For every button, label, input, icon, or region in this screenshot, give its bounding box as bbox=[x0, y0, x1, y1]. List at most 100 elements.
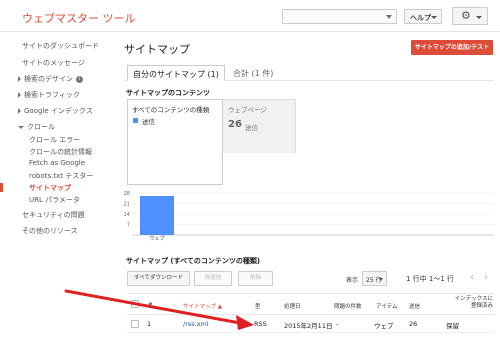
row-type: RSS bbox=[254, 320, 267, 328]
sidebar-item-crawl-stats[interactable]: クロールの統計情報 bbox=[29, 147, 92, 157]
chevron-left-icon: ‹ bbox=[470, 272, 474, 283]
help-label: ヘルプ bbox=[410, 14, 431, 22]
legend-heading: すべてのコンテンツの種類 bbox=[132, 106, 210, 114]
prev-page-button[interactable]: ‹ bbox=[466, 271, 478, 286]
sidebar-item-label: 検索トラフィック bbox=[24, 91, 80, 99]
sidebar-item-label: Fetch as Google bbox=[29, 159, 86, 167]
sidebar-item-label: セキュリティの問題 bbox=[22, 211, 85, 219]
chevron-right-icon bbox=[18, 92, 21, 98]
chevron-down-icon bbox=[386, 15, 392, 19]
chevron-right-icon bbox=[18, 76, 21, 82]
sidebar-item-label: サイトのダッシュボード bbox=[22, 42, 99, 50]
column-items[interactable]: アイテム bbox=[376, 302, 397, 310]
rows-per-page-select[interactable]: 25 行 bbox=[362, 271, 387, 286]
chevron-down-icon bbox=[431, 16, 437, 19]
content-section-title: サイトマップのコンテンツ bbox=[126, 89, 210, 97]
active-indicator bbox=[0, 183, 3, 192]
sidebar-item-label: クロール bbox=[27, 123, 55, 131]
column-indexed[interactable]: インデックスに 登録済み bbox=[445, 296, 493, 310]
sidebar-item-search-appearance[interactable]: 検索のデザイン i bbox=[18, 74, 83, 84]
chart-x-tick-label: ウェブ bbox=[149, 235, 164, 241]
sitemap-chart: 28 21 14 7 ウェブ bbox=[124, 191, 494, 241]
sidebar-item-label: サイトのメッセージ bbox=[22, 59, 85, 67]
sidebar-item-crawl-errors[interactable]: クロール エラー bbox=[29, 135, 80, 145]
stat-value: 26 bbox=[228, 119, 242, 130]
page-title: サイトマップ bbox=[124, 43, 190, 56]
column-issues[interactable]: 問題の件数 bbox=[334, 302, 362, 310]
chart-bar bbox=[140, 196, 174, 235]
row-checkbox[interactable] bbox=[131, 320, 139, 328]
sidebar-item-crawl[interactable]: クロール bbox=[18, 122, 55, 132]
chevron-down-icon bbox=[379, 278, 383, 281]
resend-button[interactable]: 再送信 bbox=[194, 271, 232, 286]
table-title: サイトマップ (すべてのコンテンツの種類) bbox=[126, 257, 261, 265]
table-row[interactable]: 1 /rss.xml RSS 2015年2月11日 - ウェブ 26 保留 bbox=[127, 315, 494, 333]
chevron-right-icon: › bbox=[484, 272, 488, 283]
chart-y-tick-label: 7 bbox=[127, 223, 130, 229]
chart-y-tick-label: 14 bbox=[124, 212, 130, 218]
stat-heading: ウェブページ bbox=[228, 106, 267, 114]
column-sitemap[interactable]: サイトマップ ▲ bbox=[183, 302, 222, 310]
chevron-down-icon bbox=[18, 125, 24, 129]
top-bar: ウェブマスター ツール ヘルプ ⚙ bbox=[0, 0, 500, 32]
chevron-right-icon bbox=[18, 108, 21, 114]
chart-y-tick-label: 21 bbox=[124, 202, 130, 208]
row-number: 1 bbox=[147, 320, 152, 328]
sidebar-item-label: Google インデックス bbox=[24, 107, 93, 115]
sidebar-item-label: その他のリソース bbox=[22, 227, 78, 235]
sidebar-item-label: クロールの統計情報 bbox=[29, 148, 92, 156]
sidebar-item-sitemaps[interactable]: サイトマップ bbox=[29, 183, 71, 193]
row-submitted: 26 bbox=[409, 320, 418, 328]
select-all-checkbox[interactable] bbox=[131, 300, 139, 308]
download-all-button[interactable]: すべてダウンロード bbox=[127, 271, 190, 286]
column-submitted[interactable]: 送信 bbox=[409, 302, 420, 310]
sidebar-item-security-issues[interactable]: セキュリティの問題 bbox=[22, 210, 85, 220]
gear-icon: ⚙ bbox=[461, 9, 471, 22]
sidebar-item-dashboard[interactable]: サイトのダッシュボード bbox=[22, 41, 99, 51]
sidebar-item-label: URL パラメータ bbox=[29, 196, 80, 204]
sidebar-item-google-index[interactable]: Google インデックス bbox=[18, 106, 93, 116]
delete-button[interactable]: 削除 bbox=[238, 271, 273, 286]
row-processed: 2015年2月11日 bbox=[284, 322, 333, 330]
main-content: サイトマップ サイトマップの追加/テスト 自分のサイトマップ (1) 合計 (1… bbox=[124, 32, 500, 337]
info-icon[interactable]: i bbox=[76, 75, 83, 83]
row-indexed: 保留 bbox=[446, 322, 459, 330]
row-items: ウェブ bbox=[374, 322, 394, 330]
column-number: # bbox=[148, 302, 153, 308]
chart-y-tick-label: 28 bbox=[124, 191, 130, 197]
sidebar: サイトのダッシュボード サイトのメッセージ 検索のデザイン i 検索トラフィック … bbox=[0, 32, 112, 337]
tab-all-sitemaps[interactable]: 合計 (1 件) bbox=[228, 65, 278, 81]
add-test-sitemap-button[interactable]: サイトマップの追加/テスト bbox=[411, 40, 493, 55]
sidebar-item-messages[interactable]: サイトのメッセージ bbox=[22, 58, 85, 68]
help-button[interactable]: ヘルプ bbox=[404, 9, 442, 24]
next-page-button[interactable]: › bbox=[480, 271, 492, 286]
sidebar-item-other-resources[interactable]: その他のリソース bbox=[22, 226, 78, 236]
column-type[interactable]: 型 bbox=[255, 302, 261, 310]
sidebar-item-label: 検索のデザイン bbox=[24, 75, 73, 83]
table-header: # サイトマップ ▲ 型 処理日 問題の件数 アイテム 送信 インデックスに 登… bbox=[127, 293, 494, 315]
sidebar-item-fetch-as-google[interactable]: Fetch as Google bbox=[29, 159, 85, 167]
settings-button[interactable]: ⚙ bbox=[452, 7, 488, 25]
stat-label: 送信 bbox=[245, 124, 258, 132]
sidebar-item-label: サイトマップ bbox=[29, 184, 71, 192]
site-selector[interactable] bbox=[282, 9, 397, 24]
sidebar-item-label: robots.txt テスター bbox=[29, 172, 94, 180]
column-indexed-line2: 登録済み bbox=[470, 303, 493, 309]
row-sitemap-link[interactable]: /rss.xml bbox=[183, 320, 209, 328]
sidebar-item-search-traffic[interactable]: 検索トラフィック bbox=[18, 90, 80, 100]
row-issues: - bbox=[336, 320, 339, 328]
legend-swatch bbox=[133, 118, 138, 123]
content-type-legend[interactable]: すべてのコンテンツの種類 送信 bbox=[127, 99, 223, 185]
column-indexed-line1: インデックスに bbox=[454, 296, 493, 302]
sidebar-item-robots-tester[interactable]: robots.txt テスター bbox=[29, 171, 93, 181]
tab-my-sitemaps[interactable]: 自分のサイトマップ (1) bbox=[127, 65, 225, 81]
pagination-info: 1 行中 1〜1 行 bbox=[406, 275, 455, 283]
legend-series-label: 送信 bbox=[142, 118, 155, 126]
sidebar-item-label: クロール エラー bbox=[29, 136, 81, 144]
app-title[interactable]: ウェブマスター ツール bbox=[22, 10, 136, 26]
column-processed[interactable]: 処理日 bbox=[284, 302, 301, 310]
sidebar-item-url-parameters[interactable]: URL パラメータ bbox=[29, 195, 80, 205]
rows-per-page-label: 表示 bbox=[346, 277, 359, 284]
chevron-down-icon bbox=[476, 16, 482, 19]
webpages-stat-card[interactable]: ウェブページ 26 送信 bbox=[223, 99, 296, 153]
